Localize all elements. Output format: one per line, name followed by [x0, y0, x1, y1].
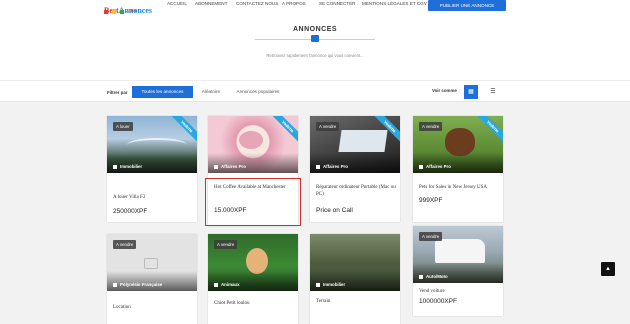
building-icon	[113, 164, 117, 169]
filter-bar: Filtrer par Toutes les annonces Aléatoir…	[0, 80, 630, 102]
listing-title[interactable]: Terrain	[316, 298, 396, 305]
listing-image[interactable]: A vendre Polynésie Française	[107, 234, 197, 291]
listing-card[interactable]: A vendre Affaires Pro Vedette Pets for S…	[413, 116, 503, 222]
listing-price: 1000000XPF	[419, 298, 457, 305]
publish-ad-button[interactable]: PUBLIER UNE ANNONCE	[428, 0, 506, 11]
building-icon	[316, 282, 320, 287]
listing-tag: A vendre	[214, 240, 238, 249]
listing-image[interactable]: A vendre Auto/Moto	[413, 226, 503, 283]
rainbow-shape	[127, 138, 187, 152]
top-header: BestAnnonces .com ACCUEIL ABONNEMENT CON…	[0, 0, 630, 18]
logo-square-icon	[112, 10, 116, 14]
coffee-cup-shape	[239, 131, 263, 149]
filter-all[interactable]: Toutes les annonces	[132, 86, 193, 98]
listing-tag: A louer	[113, 122, 133, 131]
plane-icon	[113, 282, 117, 287]
listing-price: 999XPF	[419, 197, 443, 204]
listing-card[interactable]: A louer Immobilier Vedette A louer Villa…	[107, 116, 197, 222]
site-logo[interactable]: BestAnnonces .com	[104, 0, 152, 18]
scroll-to-top-icon[interactable]: ▲	[601, 262, 615, 276]
page-subtitle: Retrouvez rapidement l'annonce qui vous …	[266, 53, 364, 58]
listing-title[interactable]: Pets for Sales in New Jersey USA	[419, 184, 499, 191]
logo-square-icon	[104, 10, 108, 14]
listing-card[interactable]: A vendre Auto/Moto Vend voiture 1000000X…	[413, 226, 503, 316]
listing-card[interactable]: Immobilier Terrain	[310, 234, 400, 324]
camera-icon	[144, 258, 158, 269]
listing-tag: A vendre	[113, 240, 137, 249]
listing-category[interactable]: Auto/Moto	[419, 274, 448, 279]
page-title: ANNONCES	[292, 26, 338, 33]
listing-tag: A vendre	[316, 122, 340, 131]
listing-price: Price on Call	[316, 207, 353, 214]
filter-random[interactable]: Aléatoire	[199, 86, 223, 98]
listing-card[interactable]: A vendre Affaires Pro Vedette Réparateur…	[310, 116, 400, 222]
listing-title[interactable]: Vend voiture	[419, 288, 499, 295]
nav-item-contact[interactable]: CONTACTEZ NOUS	[236, 1, 278, 6]
listing-image[interactable]: A vendre Animaux	[208, 234, 298, 291]
list-view-icon[interactable]: ☰	[486, 85, 500, 99]
laptop-screen-shape	[338, 130, 388, 152]
briefcase-icon	[214, 164, 218, 169]
hero-section: ANNONCES Retrouvez rapidement l'annonce …	[0, 18, 630, 80]
nav-item-connexion[interactable]: SE CONNECTER	[319, 1, 356, 6]
logo-suffix: .com	[126, 9, 137, 14]
listing-category[interactable]: Affaires Pro	[419, 164, 451, 169]
dog-shape	[445, 128, 475, 156]
listing-category[interactable]: Affaires Pro	[316, 164, 348, 169]
listing-tag: A vendre	[419, 122, 443, 131]
filter-label: Filtrer par	[107, 90, 128, 95]
listing-card[interactable]: A vendre Animaux Chiot Petit loulou	[208, 234, 298, 324]
paw-icon	[214, 282, 218, 287]
nav-item-mentions[interactable]: MENTIONS LÉGALES ET CGV	[362, 1, 427, 6]
car-icon	[419, 274, 423, 279]
listing-image[interactable]: Immobilier	[310, 234, 400, 291]
highlight-box	[205, 178, 301, 226]
listing-category[interactable]: Immobilier	[113, 164, 142, 169]
nav-item-accueil[interactable]: ACCUEIL	[167, 1, 187, 6]
listing-category[interactable]: Animaux	[214, 282, 240, 287]
view-label: Voir comme	[432, 88, 457, 93]
filter-popular[interactable]: Annonces populaires	[232, 86, 284, 98]
listing-card[interactable]: A vendre Polynésie Française Location	[107, 234, 197, 324]
listing-title[interactable]: A louer Villa F3	[113, 194, 193, 201]
listing-price: 250000XPF	[113, 208, 148, 215]
listing-category[interactable]: Immobilier	[316, 282, 345, 287]
listing-title[interactable]: Réparateur ordinateur Portable (Mac ou P…	[316, 184, 396, 198]
briefcase-icon	[316, 164, 320, 169]
listing-category[interactable]: Affaires Pro	[214, 164, 246, 169]
briefcase-icon	[419, 164, 423, 169]
listing-category[interactable]: Polynésie Française	[113, 282, 162, 287]
nav-item-a-propos[interactable]: A PROPOS	[282, 1, 306, 6]
grid-view-icon[interactable]: ▦	[464, 85, 478, 99]
logo-square-icon	[120, 10, 124, 14]
nav-item-abonnement[interactable]: ABONNEMENT	[195, 1, 227, 6]
car-shape	[435, 239, 485, 263]
briefcase-icon	[311, 35, 319, 42]
listing-tag: A vendre	[419, 232, 443, 241]
listing-title[interactable]: Chiot Petit loulou	[214, 300, 294, 307]
